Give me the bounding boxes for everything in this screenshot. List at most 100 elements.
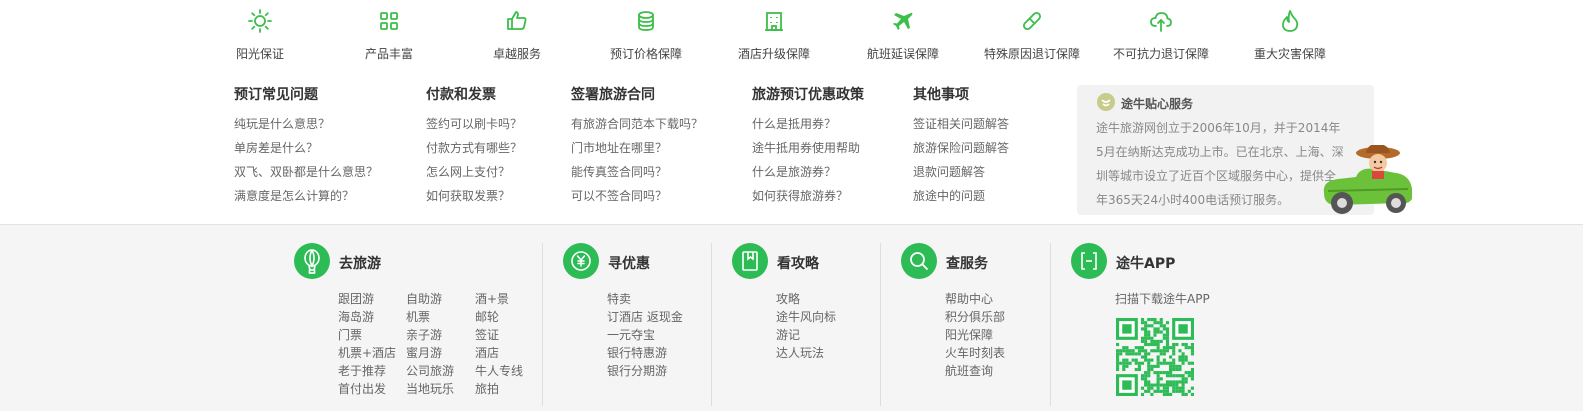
footer-link[interactable]: 自助游 — [406, 290, 454, 308]
thumbs-up-icon — [507, 11, 527, 30]
footer-link[interactable]: 途牛风向标 — [776, 308, 836, 326]
footer-group-title: 途牛APP — [1116, 256, 1176, 272]
guarantee-label: 重大灾害保障 — [1253, 47, 1326, 61]
coins-stack-icon — [638, 11, 654, 31]
smile-badge-icon — [1097, 93, 1115, 111]
footer-link-column: 攻略 途牛风向标 游记 达人玩法 — [776, 290, 836, 362]
help-column-contract: 签署旅游合同 有旅游合同范本下载吗？ 门市地址在哪里？ 能传真签合同吗？ 可以不… — [571, 86, 703, 208]
help-link[interactable]: 付款方式有哪些？ — [426, 136, 522, 160]
footer-link[interactable]: 签证 — [475, 326, 523, 344]
guarantee-label: 航班延误保障 — [866, 47, 939, 61]
footer-link[interactable]: 机票 — [406, 308, 454, 326]
help-link[interactable]: 纯玩是什么意思？ — [234, 112, 378, 136]
help-link[interactable]: 可以不签合同吗？ — [571, 184, 703, 208]
footer-link[interactable]: 达人玩法 — [776, 344, 836, 362]
guarantee-and-help-section: 阳光保证 产品丰富 卓越服务 预订价格保障 酒店升级保障 航班延误保障 特殊原因… — [0, 0, 1583, 224]
flame-icon — [1282, 10, 1299, 32]
footer-link[interactable]: 跟团游 — [338, 290, 396, 308]
help-column-discount: 旅游预订优惠政策 什么是抵用券？ 途牛抵用券使用帮助 什么是旅游券？ 如何获得旅… — [752, 86, 864, 208]
footer-link[interactable]: 特卖 — [607, 290, 683, 308]
footer-link[interactable]: 公司旅游 — [406, 362, 454, 380]
help-link[interactable]: 途牛抵用券使用帮助 — [752, 136, 864, 160]
help-link[interactable]: 旅游保险问题解答 — [913, 136, 1009, 160]
help-link[interactable]: 如何获得旅游券？ — [752, 184, 864, 208]
footer-link[interactable]: 银行特惠游 — [607, 344, 683, 362]
help-column-other: 其他事项 签证相关问题解答 旅游保险问题解答 退款问题解答 旅途中的问题 — [913, 86, 1009, 208]
bookmark-doc-icon — [732, 243, 768, 279]
guarantee-label: 产品丰富 — [364, 47, 413, 61]
footer-link[interactable]: 蜜月游 — [406, 344, 454, 362]
footer-link[interactable]: 航班查询 — [945, 362, 1005, 380]
footer-link[interactable]: 海岛游 — [338, 308, 396, 326]
footer-link[interactable]: 订酒店 返现金 — [607, 308, 683, 326]
help-link[interactable]: 如何获取发票？ — [426, 184, 522, 208]
airplane-icon — [893, 12, 913, 30]
footer-link[interactable]: 攻略 — [776, 290, 836, 308]
balloon-icon — [294, 243, 330, 279]
mascot-car-illustration — [1323, 145, 1412, 214]
footer-link-column: 酒+景 邮轮 签证 酒店 牛人专线 旅拍 — [475, 290, 523, 398]
footer-link-column: 帮助中心 积分俱乐部 阳光保障 火车时刻表 航班查询 — [945, 290, 1005, 380]
footer-link[interactable]: 首付出发 — [338, 380, 396, 398]
help-column-title: 付款和发票 — [426, 87, 496, 103]
guarantee-special[interactable]: 特殊原因退订保障 — [977, 8, 1087, 62]
guarantee-label: 酒店升级保障 — [737, 47, 810, 61]
guarantee-service[interactable]: 卓越服务 — [462, 8, 572, 62]
footer-link[interactable]: 旅拍 — [475, 380, 523, 398]
help-link[interactable]: 有旅游合同范本下载吗？ — [571, 112, 703, 136]
footer-link[interactable]: 酒店 — [475, 344, 523, 362]
app-download-text: 扫描下载途牛APP — [1115, 292, 1210, 306]
footer-link[interactable]: 阳光保障 — [945, 326, 1005, 344]
footer-link[interactable]: 牛人专线 — [475, 362, 523, 380]
help-link[interactable]: 能传真签合同吗？ — [571, 160, 703, 184]
footer-link[interactable]: 火车时刻表 — [945, 344, 1005, 362]
help-link[interactable]: 怎么网上支付？ — [426, 160, 522, 184]
help-column-title: 签署旅游合同 — [571, 87, 655, 103]
help-column-title: 旅游预订优惠政策 — [752, 87, 864, 103]
help-link[interactable]: 单房差是什么？ — [234, 136, 378, 160]
footer-link[interactable]: 酒+景 — [475, 290, 523, 308]
footer-link[interactable]: 银行分期游 — [607, 362, 683, 380]
footer-group-title: 看攻略 — [777, 256, 819, 272]
guarantee-price[interactable]: 预订价格保障 — [591, 8, 701, 62]
guarantee-label: 预订价格保障 — [609, 47, 682, 61]
footer-link[interactable]: 门票 — [338, 326, 396, 344]
footer-link[interactable]: 游记 — [776, 326, 836, 344]
help-link[interactable]: 满意度是怎么计算的？ — [234, 184, 378, 208]
footer-link[interactable]: 亲子游 — [406, 326, 454, 344]
help-link[interactable]: 什么是抵用券？ — [752, 112, 864, 136]
help-link[interactable]: 门市地址在哪里？ — [571, 136, 703, 160]
help-link[interactable]: 旅途中的问题 — [913, 184, 1009, 208]
footer-group-title: 去旅游 — [339, 256, 381, 272]
guarantee-products[interactable]: 产品丰富 — [334, 8, 444, 62]
footer-link[interactable]: 机票+酒店 — [338, 344, 396, 362]
hotel-building-icon — [765, 12, 783, 31]
guarantee-label: 特殊原因退订保障 — [983, 47, 1080, 61]
footer-link[interactable]: 一元夺宝 — [607, 326, 683, 344]
help-link[interactable]: 退款问题解答 — [913, 160, 1009, 184]
help-link[interactable]: 双飞、双卧都是什么意思？ — [234, 160, 378, 184]
service-title: 途牛贴心服务 — [1121, 97, 1194, 111]
guarantee-label: 不可抗力退订保障 — [1112, 47, 1209, 61]
guarantee-hotel[interactable]: 酒店升级保障 — [719, 8, 829, 62]
footer-link[interactable]: 老于推荐 — [338, 362, 396, 380]
guarantee-sun[interactable]: 阳光保证 — [205, 8, 315, 62]
app-qr-code[interactable] — [1116, 318, 1194, 396]
guarantee-flight[interactable]: 航班延误保障 — [848, 8, 958, 62]
footer-link[interactable]: 帮助中心 — [945, 290, 1005, 308]
help-column-booking: 预订常见问题 纯玩是什么意思？ 单房差是什么？ 双飞、双卧都是什么意思？ 满意度… — [234, 86, 378, 208]
app-scan-icon — [1071, 243, 1107, 279]
help-link[interactable]: 签约可以刷卡吗？ — [426, 112, 522, 136]
help-link[interactable]: 签证相关问题解答 — [913, 112, 1009, 136]
help-link[interactable]: 什么是旅游券？ — [752, 160, 864, 184]
help-column-payment: 付款和发票 签约可以刷卡吗？ 付款方式有哪些？ 怎么网上支付？ 如何获取发票？ — [426, 86, 522, 208]
footer-link[interactable]: 当地玩乐 — [406, 380, 454, 398]
guarantee-disaster[interactable]: 重大灾害保障 — [1235, 8, 1345, 62]
guarantee-force-majeure[interactable]: 不可抗力退订保障 — [1106, 8, 1216, 62]
help-column-title: 其他事项 — [913, 87, 969, 103]
footer-link[interactable]: 积分俱乐部 — [945, 308, 1005, 326]
footer-group-title: 查服务 — [946, 256, 988, 272]
footer-link[interactable]: 邮轮 — [475, 308, 523, 326]
search-icon — [901, 243, 937, 279]
footer-link-column: 扫描下载途牛APP — [1115, 290, 1210, 308]
